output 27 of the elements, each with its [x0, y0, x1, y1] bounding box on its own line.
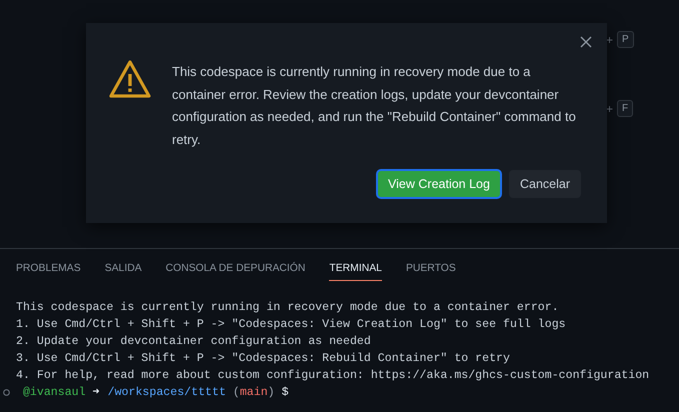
- dialog-message: This codespace is currently running in recovery mode due to a container error. Review the creation logs, update your devcontainer configuration as needed, and run the "Rebuild Container" command to retry.: [172, 63, 577, 149]
- close-icon[interactable]: [579, 35, 593, 49]
- plus-sign: +: [606, 102, 614, 116]
- key-hint: F: [617, 100, 634, 117]
- key-hint: P: [617, 31, 634, 48]
- terminal-line: This codespace is currently running in recovery mode due to a container error.: [16, 300, 560, 316]
- prompt-text: $: [282, 385, 289, 401]
- prompt-text: main: [240, 385, 268, 401]
- panel-tab[interactable]: CONSOLA DE DEPURACIÓN: [166, 261, 306, 281]
- warning-icon: [108, 59, 152, 99]
- panel-tab[interactable]: TERMINAL: [329, 261, 382, 281]
- prompt-text: /workspaces/ttttt: [108, 385, 226, 401]
- prompt-text: ➜: [92, 385, 100, 401]
- cancel-button[interactable]: Cancelar: [508, 170, 581, 198]
- view-log-button[interactable]: View Creation Log: [377, 170, 501, 198]
- panel-tab[interactable]: PROBLEMAS: [16, 261, 81, 281]
- terminal-line: 3. Use Cmd/Ctrl + Shift + P -> "Codespaces: Rebuild Container" to retry: [16, 351, 511, 367]
- terminal-line: 4. For help, read more about custom configuration: https://aka.ms/ghcs-custom-configuration: [16, 368, 650, 384]
- terminal-line: 2. Update your devcontainer configuration as needed: [16, 334, 372, 350]
- prompt-text: ): [268, 385, 275, 401]
- prompt-text: @ivansaul: [22, 385, 86, 401]
- prompt-text: (: [232, 385, 240, 401]
- panel-tab[interactable]: SALIDA: [104, 261, 142, 281]
- terminal-line: 1. Use Cmd/Ctrl + Shift + P -> "Codespaces: View Creation Log" to see full logs: [16, 317, 567, 333]
- circle-icon: [3, 389, 10, 396]
- plus-sign: +: [606, 32, 614, 46]
- panel-tab[interactable]: PUERTOS: [406, 261, 456, 281]
